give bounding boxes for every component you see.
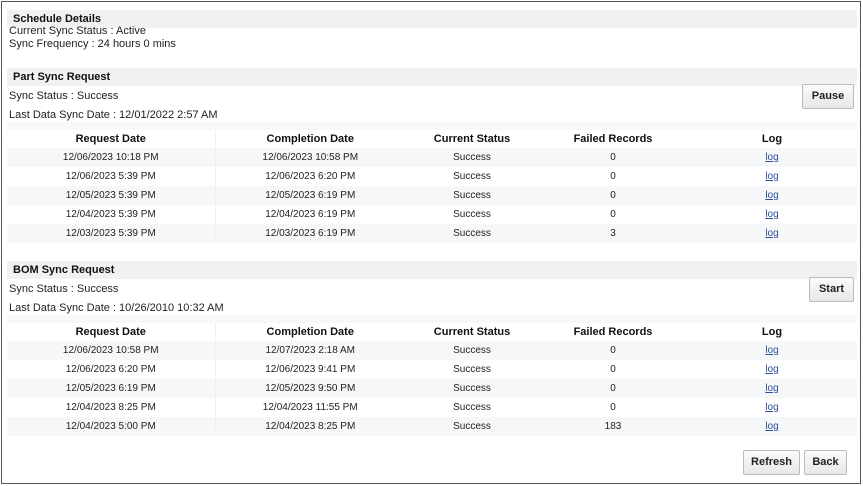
log-cell: log xyxy=(687,224,857,243)
bom-table-spacer xyxy=(7,315,857,323)
failed-records-cell: 0 xyxy=(539,186,687,205)
sync-frequency: Sync Frequency : 24 hours 0 mins xyxy=(9,38,176,50)
col-log: Log xyxy=(687,130,857,148)
request-date-cell: 12/06/2023 10:18 PM xyxy=(7,148,215,167)
log-cell: log xyxy=(687,205,857,224)
col-log: Log xyxy=(687,323,857,341)
refresh-button[interactable]: Refresh xyxy=(743,450,800,475)
request-date-cell: 12/06/2023 5:39 PM xyxy=(7,167,215,186)
pause-button[interactable]: Pause xyxy=(802,84,854,109)
log-cell: log xyxy=(687,398,857,417)
request-date-cell: 12/04/2023 8:25 PM xyxy=(7,398,215,417)
request-date-cell: 12/03/2023 5:39 PM xyxy=(7,224,215,243)
table-row: 12/05/2023 5:39 PM 12/05/2023 6:19 PM Su… xyxy=(7,186,857,205)
status-cell: Success xyxy=(405,417,539,436)
failed-records-cell: 0 xyxy=(539,398,687,417)
status-cell: Success xyxy=(405,186,539,205)
log-link[interactable]: log xyxy=(765,228,778,239)
completion-date-cell: 12/05/2023 6:19 PM xyxy=(214,186,405,205)
log-link[interactable]: log xyxy=(765,421,778,432)
part-sync-heading: Part Sync Request xyxy=(7,68,857,86)
start-button[interactable]: Start xyxy=(809,277,854,302)
bom-last-sync-date: Last Data Sync Date : 10/26/2010 10:32 A… xyxy=(9,302,224,314)
part-table-header: Request Date Completion Date Current Sta… xyxy=(7,130,857,148)
failed-records-cell: 0 xyxy=(539,205,687,224)
log-link[interactable]: log xyxy=(765,209,778,220)
part-table-spacer xyxy=(7,122,857,130)
table-row: 12/04/2023 5:00 PM 12/04/2023 8:25 PM Su… xyxy=(7,417,857,436)
table-row: 12/03/2023 5:39 PM 12/03/2023 6:19 PM Su… xyxy=(7,224,857,243)
log-link[interactable]: log xyxy=(765,171,778,182)
part-sync-status: Sync Status : Success xyxy=(9,90,119,102)
log-cell: log xyxy=(687,186,857,205)
status-cell: Success xyxy=(405,360,539,379)
log-cell: log xyxy=(687,148,857,167)
col-completion-date: Completion Date xyxy=(214,323,405,341)
log-link[interactable]: log xyxy=(765,383,778,394)
bom-sync-table: Request Date Completion Date Current Sta… xyxy=(7,323,857,436)
back-button[interactable]: Back xyxy=(804,450,847,475)
bom-table-header: Request Date Completion Date Current Sta… xyxy=(7,323,857,341)
completion-date-cell: 12/03/2023 6:19 PM xyxy=(214,224,405,243)
failed-records-cell: 0 xyxy=(539,167,687,186)
status-cell: Success xyxy=(405,167,539,186)
completion-date-cell: 12/06/2023 10:58 PM xyxy=(214,148,405,167)
log-cell: log xyxy=(687,417,857,436)
failed-records-cell: 3 xyxy=(539,224,687,243)
failed-records-cell: 0 xyxy=(539,341,687,360)
completion-date-cell: 12/04/2023 6:19 PM xyxy=(214,205,405,224)
col-request-date: Request Date xyxy=(7,130,215,148)
sync-panel: Schedule Details Current Sync Status : A… xyxy=(1,1,861,484)
log-cell: log xyxy=(687,379,857,398)
completion-date-cell: 12/05/2023 9:50 PM xyxy=(214,379,405,398)
col-current-status: Current Status xyxy=(405,130,539,148)
table-row: 12/04/2023 8:25 PM 12/04/2023 11:55 PM S… xyxy=(7,398,857,417)
status-cell: Success xyxy=(405,341,539,360)
col-request-date: Request Date xyxy=(7,323,215,341)
current-sync-status: Current Sync Status : Active xyxy=(9,25,146,37)
failed-records-cell: 0 xyxy=(539,379,687,398)
completion-date-cell: 12/06/2023 6:20 PM xyxy=(214,167,405,186)
status-cell: Success xyxy=(405,398,539,417)
col-completion-date: Completion Date xyxy=(214,130,405,148)
completion-date-cell: 12/06/2023 9:41 PM xyxy=(214,360,405,379)
log-cell: log xyxy=(687,341,857,360)
status-cell: Success xyxy=(405,379,539,398)
completion-date-cell: 12/04/2023 11:55 PM xyxy=(214,398,405,417)
request-date-cell: 12/06/2023 6:20 PM xyxy=(7,360,215,379)
request-date-cell: 12/04/2023 5:00 PM xyxy=(7,417,215,436)
status-cell: Success xyxy=(405,148,539,167)
completion-date-cell: 12/04/2023 8:25 PM xyxy=(214,417,405,436)
bom-sync-status: Sync Status : Success xyxy=(9,283,119,295)
col-failed-records: Failed Records xyxy=(539,323,687,341)
failed-records-cell: 0 xyxy=(539,360,687,379)
table-row: 12/05/2023 6:19 PM 12/05/2023 9:50 PM Su… xyxy=(7,379,857,398)
log-link[interactable]: log xyxy=(765,402,778,413)
table-row: 12/06/2023 5:39 PM 12/06/2023 6:20 PM Su… xyxy=(7,167,857,186)
log-cell: log xyxy=(687,360,857,379)
table-row: 12/06/2023 10:58 PM 12/07/2023 2:18 AM S… xyxy=(7,341,857,360)
completion-date-cell: 12/07/2023 2:18 AM xyxy=(214,341,405,360)
request-date-cell: 12/05/2023 6:19 PM xyxy=(7,379,215,398)
failed-records-cell: 0 xyxy=(539,148,687,167)
log-link[interactable]: log xyxy=(765,152,778,163)
col-current-status: Current Status xyxy=(405,323,539,341)
log-link[interactable]: log xyxy=(765,190,778,201)
log-link[interactable]: log xyxy=(765,364,778,375)
status-cell: Success xyxy=(405,205,539,224)
table-row: 12/06/2023 6:20 PM 12/06/2023 9:41 PM Su… xyxy=(7,360,857,379)
part-sync-table: Request Date Completion Date Current Sta… xyxy=(7,130,857,243)
request-date-cell: 12/04/2023 5:39 PM xyxy=(7,205,215,224)
request-date-cell: 12/05/2023 5:39 PM xyxy=(7,186,215,205)
col-failed-records: Failed Records xyxy=(539,130,687,148)
log-link[interactable]: log xyxy=(765,345,778,356)
table-row: 12/06/2023 10:18 PM 12/06/2023 10:58 PM … xyxy=(7,148,857,167)
request-date-cell: 12/06/2023 10:58 PM xyxy=(7,341,215,360)
bom-sync-heading: BOM Sync Request xyxy=(7,261,857,279)
status-cell: Success xyxy=(405,224,539,243)
failed-records-cell: 183 xyxy=(539,417,687,436)
part-last-sync-date: Last Data Sync Date : 12/01/2022 2:57 AM xyxy=(9,109,218,121)
table-row: 12/04/2023 5:39 PM 12/04/2023 6:19 PM Su… xyxy=(7,205,857,224)
log-cell: log xyxy=(687,167,857,186)
